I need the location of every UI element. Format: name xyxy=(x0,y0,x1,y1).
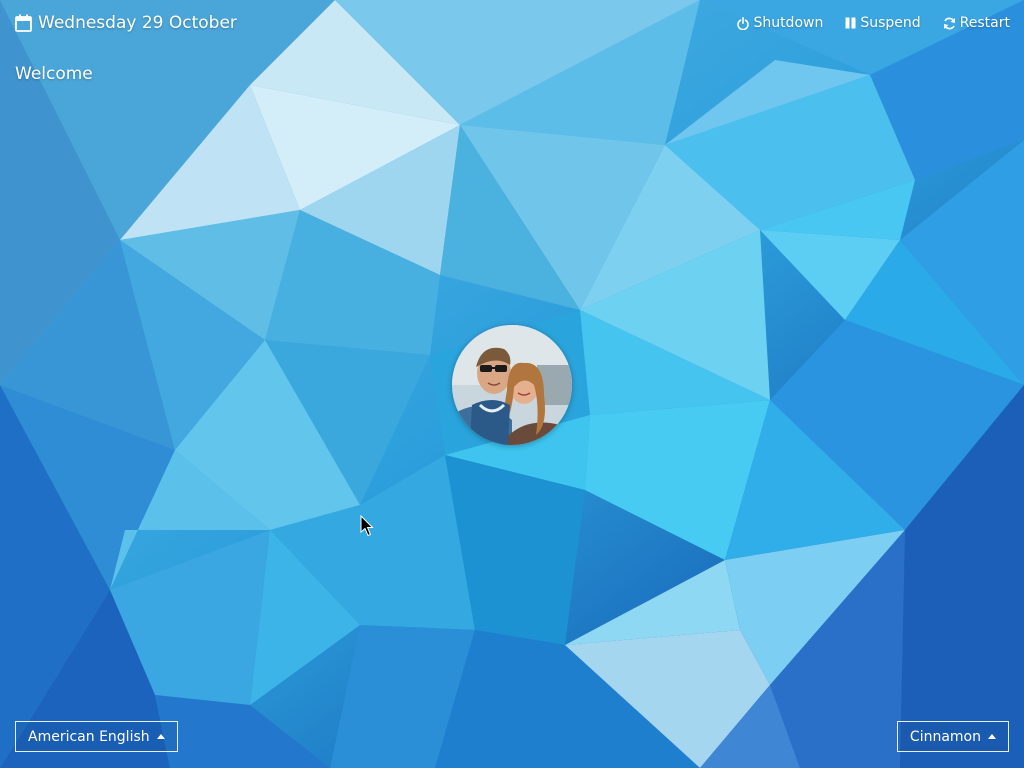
caret-up-icon xyxy=(988,733,996,739)
power-actions: Shutdown Suspend Restart xyxy=(737,15,1010,31)
caret-up-icon xyxy=(156,733,165,739)
shutdown-label: Shutdown xyxy=(753,15,824,31)
session-dropdown[interactable]: Cinnamon xyxy=(896,721,1009,752)
pause-icon xyxy=(845,17,856,29)
refresh-icon xyxy=(943,17,955,29)
mouse-cursor-icon xyxy=(360,515,374,537)
shutdown-button[interactable]: Shutdown xyxy=(737,15,823,31)
restart-button[interactable]: Restart xyxy=(943,15,1010,31)
suspend-button[interactable]: Suspend xyxy=(845,15,921,31)
welcome-message: Welcome xyxy=(15,64,93,84)
language-selected: American English xyxy=(28,728,150,745)
login-screen: Wednesday 29 October Welcome Shutdown Su… xyxy=(0,0,1024,768)
power-icon xyxy=(737,16,750,30)
date-display: Wednesday 29 October xyxy=(15,13,237,33)
date-text: Wednesday 29 October xyxy=(38,13,237,33)
user-avatar[interactable] xyxy=(452,325,572,445)
user-photo xyxy=(452,325,572,445)
restart-label: Restart xyxy=(959,15,1010,31)
calendar-icon xyxy=(15,14,32,32)
suspend-label: Suspend xyxy=(860,15,921,31)
language-dropdown[interactable]: American English xyxy=(15,721,178,752)
session-selected: Cinnamon xyxy=(909,728,981,745)
